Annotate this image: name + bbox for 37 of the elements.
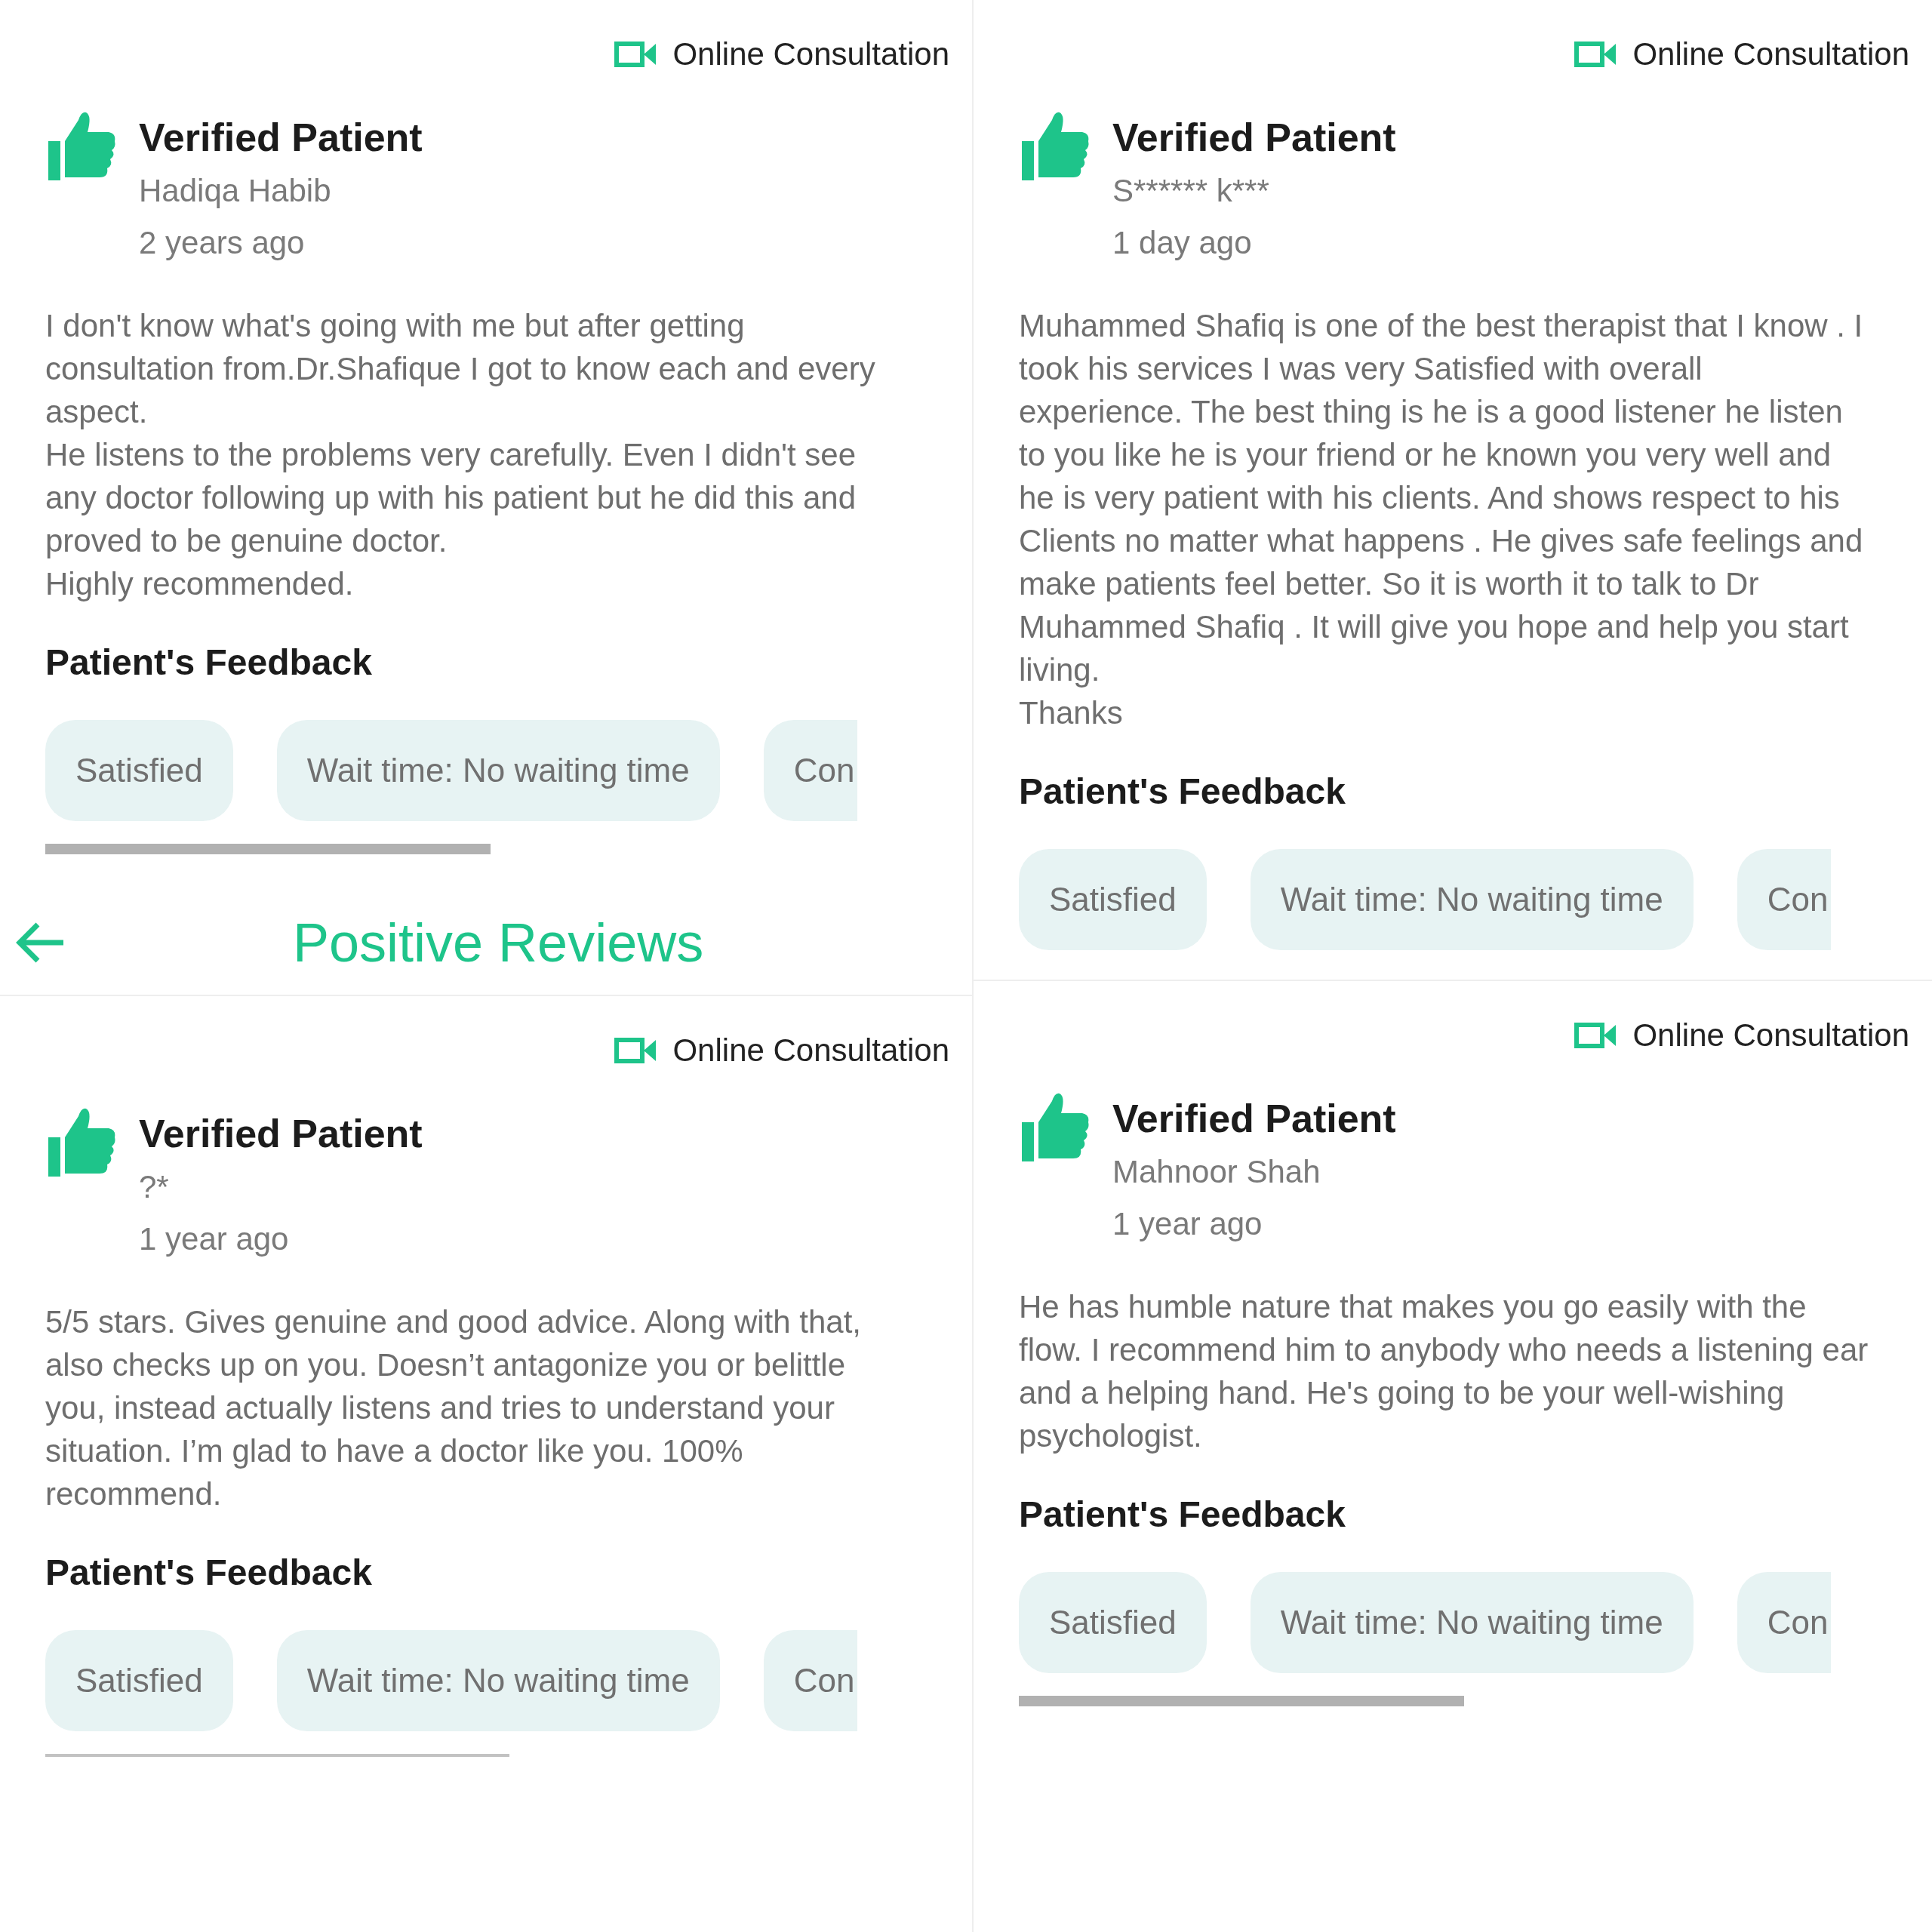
consultation-type: Online Consultation (672, 35, 949, 73)
feedback-heading: Patient's Feedback (1019, 1494, 1346, 1536)
feedback-tag: Con (763, 1630, 858, 1731)
feedback-tag: Wait time: No waiting time (276, 720, 720, 821)
review-text: Muhammed Shafiq is one of the best therapist that I know . I took his services I was very Satisfied with overall experience. The best thing is he is a good listener he listen to you like he is your friend or he known you very well and he is very patient with his clients. And shows respect to his Clients no matter what happens . He gives safe feelings and make patients feel better. So it is worth it to talk to Dr Muhammed Shafiq . It will give you hope and help you start living. Thanks (1019, 307, 1864, 732)
verified-patient-label: Verified Patient (139, 115, 423, 161)
feedback-tag: Con (763, 720, 858, 821)
review-text: 5/5 stars. Gives genuine and good advice. Along with that, also checks up on you. Doesn’t antagonize you or belittle you, instead actually listens and tries to understand your situation. I’m glad to have a doctor like you. 100% recommend. (45, 1303, 863, 1513)
feedback-tag: Satisfied (1019, 1572, 1207, 1673)
verified-patient-label: Verified Patient (1112, 115, 1396, 161)
review-text: I don't know what's going with me but after getting consultation from.Dr.Shafique I got to know each and every aspect. He listens to the problems very carefully. Even I didn't see any doctor following up with his patient but he did this and proved to be genuine doctor. Highly recommended. (45, 307, 876, 603)
feedback-heading: Patient's Feedback (1019, 771, 1346, 813)
feedback-tag: Satisfied (45, 1630, 233, 1731)
feedback-tag: Con (1737, 1572, 1832, 1673)
feedback-heading: Patient's Feedback (45, 641, 373, 684)
verified-patient-label: Verified Patient (139, 1111, 423, 1157)
verified-patient-label: Verified Patient (1112, 1096, 1396, 1142)
patient-name: Hadiqa Habib (139, 172, 332, 210)
review-text: He has humble nature that makes you go easily with the flow. I recommend him to anybody who needs a listening ear and a helping hand. He's going to be your well-wishing psychologist. (1019, 1288, 1869, 1455)
feedback-tag: Wait time: No waiting time (276, 1630, 720, 1731)
patient-name: ?* (139, 1168, 170, 1206)
review-time: 1 year ago (139, 1220, 290, 1258)
review-time: 2 years ago (139, 224, 306, 262)
feedback-tag: Satisfied (1019, 849, 1207, 950)
consultation-type: Online Consultation (1632, 35, 1909, 73)
feedback-heading: Patient's Feedback (45, 1552, 373, 1594)
patient-name: S****** k*** (1112, 172, 1270, 210)
patient-name: Mahnoor Shah (1112, 1153, 1321, 1191)
feedback-tag: Wait time: No waiting time (1250, 849, 1694, 950)
feedback-tag: Wait time: No waiting time (1250, 1572, 1694, 1673)
review-time: 1 day ago (1112, 224, 1253, 262)
feedback-tag: Satisfied (45, 720, 233, 821)
page-title: Positive Reviews (293, 912, 704, 974)
consultation-type: Online Consultation (672, 1032, 949, 1069)
consultation-type: Online Consultation (1632, 1017, 1909, 1054)
review-time: 1 year ago (1112, 1205, 1263, 1243)
feedback-tag: Con (1737, 849, 1832, 950)
